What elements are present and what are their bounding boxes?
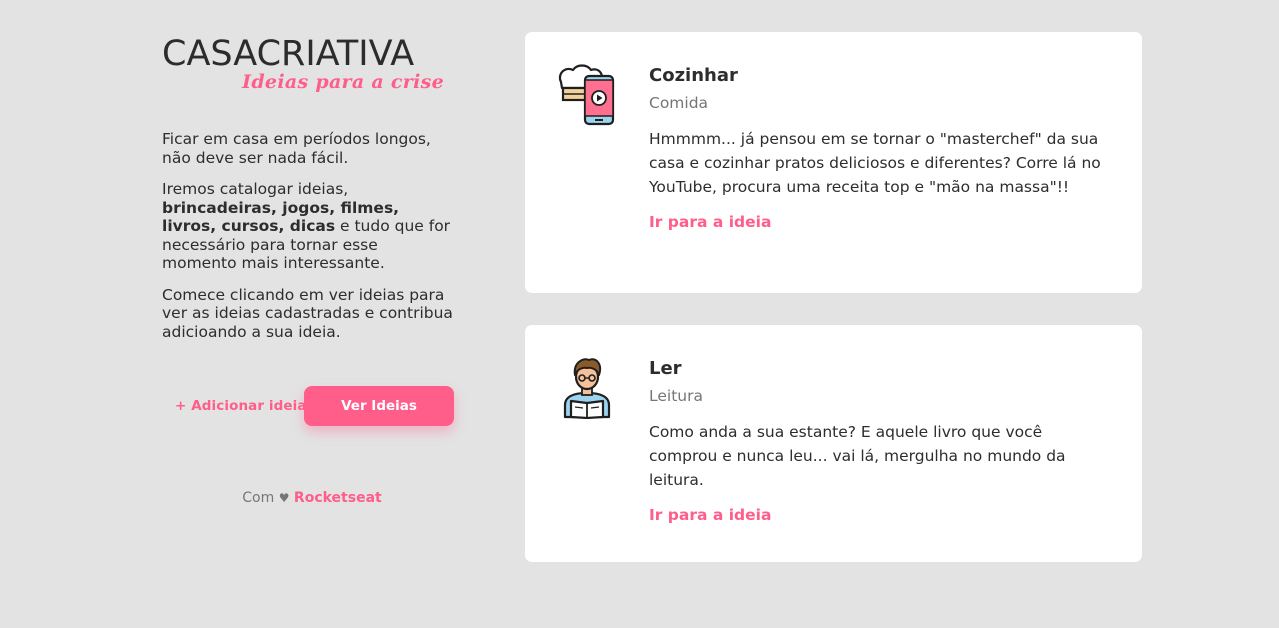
idea-card: Ler Leitura Como anda a sua estante? E a…	[525, 325, 1142, 562]
intro-paragraph-3: Comece clicando em ver ideias para ver a…	[162, 285, 453, 341]
view-ideas-button[interactable]: Ver Ideias	[304, 386, 454, 426]
logo-tagline: Ideias para a crise	[242, 71, 444, 93]
actions: + Adicionar ideia Ver Ideias	[162, 386, 462, 426]
idea-description: Como anda a sua estante? E aquele livro …	[649, 423, 1066, 489]
logo-casa: CASA	[162, 34, 257, 74]
logo-criativa: CRIATIVA	[256, 34, 415, 74]
add-idea-link[interactable]: + Adicionar ideia	[175, 398, 307, 414]
logo-wordmark: CASACRIATIVA	[162, 36, 454, 72]
idea-link[interactable]: Ir para a ideia	[649, 506, 771, 524]
rocketseat-link[interactable]: Rocketseat	[294, 490, 382, 506]
reader-icon	[555, 355, 619, 420]
idea-card: Cozinhar Comida Hmmmm... já pensou em se…	[525, 32, 1142, 293]
idea-title: Ler	[649, 358, 682, 379]
heart-icon: ♥	[278, 491, 290, 505]
logo[interactable]: CASACRIATIVA Ideias para a crise	[162, 36, 454, 92]
footer: Com ♥ Rocketseat	[162, 490, 462, 506]
chef-video-icon	[555, 62, 619, 126]
idea-card-body: Ler Leitura Como anda a sua estante? E a…	[649, 357, 1109, 524]
idea-link[interactable]: Ir para a ideia	[649, 213, 771, 231]
intro-paragraph-2: Iremos catalogar ideias, brincadeiras, j…	[162, 180, 457, 273]
intro-paragraph-1: Ficar em casa em períodos longos, não de…	[162, 130, 431, 167]
intro-p2-start: Iremos catalogar ideias,	[162, 180, 349, 198]
sidebar: CASACRIATIVA Ideias para a crise Ficar e…	[162, 36, 462, 506]
idea-card-body: Cozinhar Comida Hmmmm... já pensou em se…	[649, 64, 1109, 231]
idea-category: Leitura	[649, 387, 703, 405]
intro-text: Ficar em casa em períodos longos, não de…	[162, 130, 462, 341]
footer-prefix: Com	[242, 490, 275, 506]
idea-description: Hmmmm... já pensou em se tornar o "maste…	[649, 130, 1101, 196]
idea-title: Cozinhar	[649, 65, 738, 86]
idea-category: Comida	[649, 94, 709, 112]
